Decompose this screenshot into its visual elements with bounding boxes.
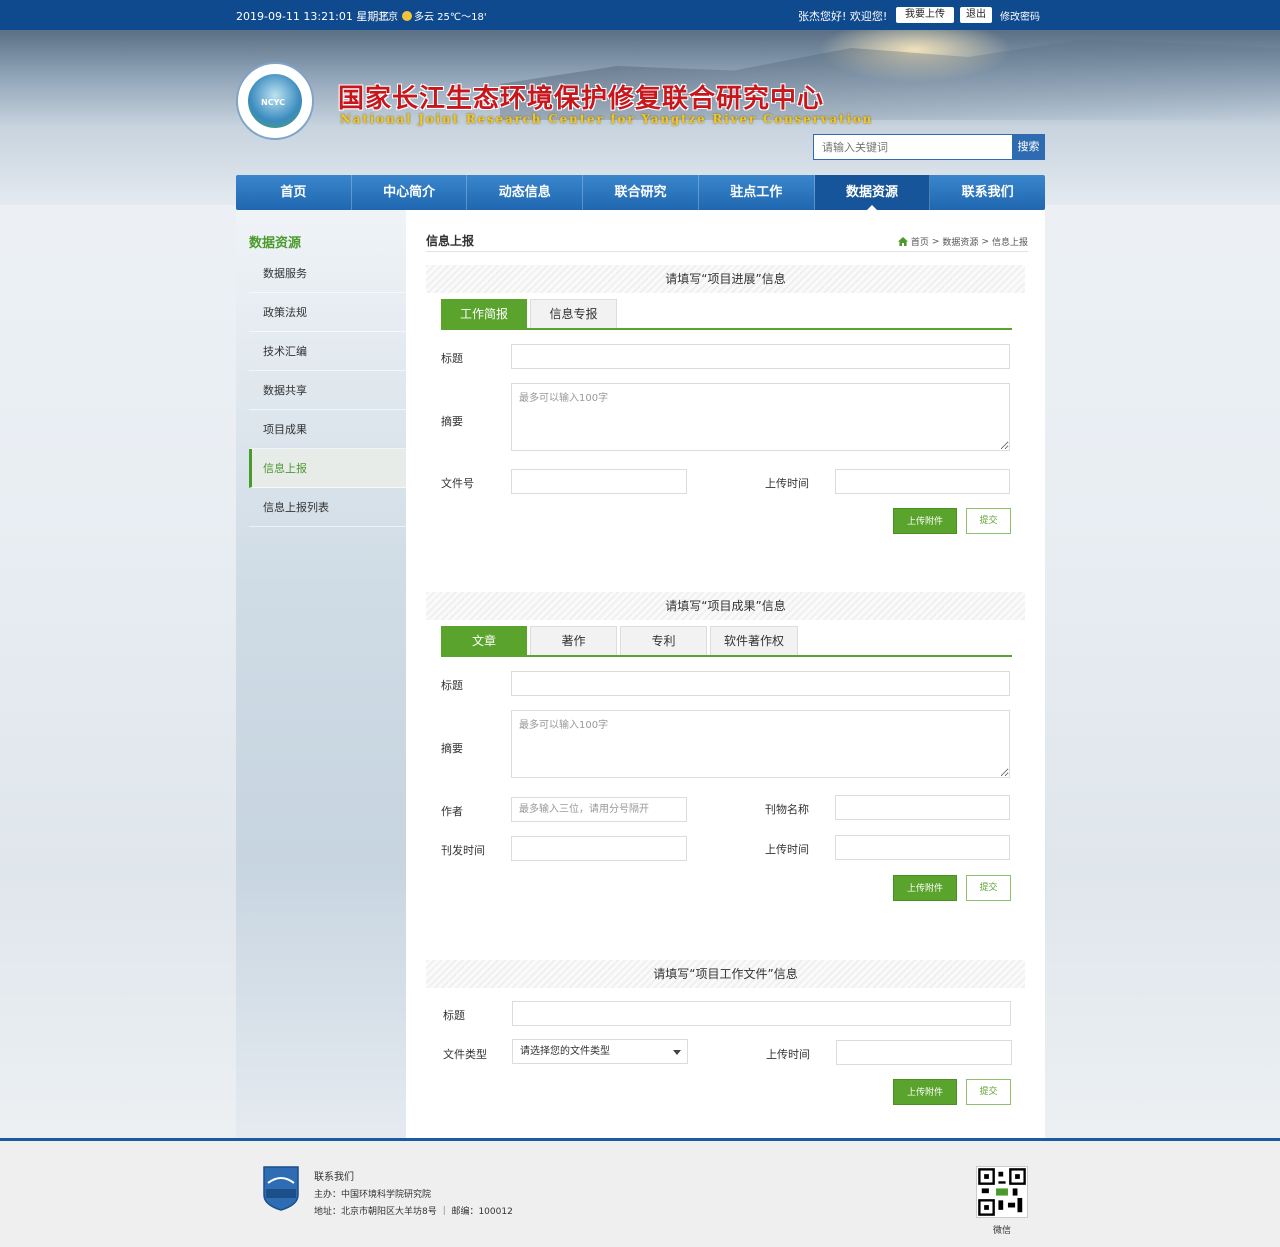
tab-work-brief[interactable]: 工作简报	[441, 299, 527, 328]
upload-button[interactable]: 我要上传	[896, 7, 954, 23]
sidebar-item-tech[interactable]: 技术汇编	[249, 332, 406, 371]
author-input[interactable]	[511, 797, 687, 822]
top-bar: 2019-09-11 13:21:01 星期三 北京 多云 25℃～18' 张杰…	[0, 0, 1280, 30]
breadcrumb-current: 信息上报	[991, 238, 1028, 248]
author-label: 作者	[441, 805, 463, 818]
title-label: 标题	[441, 679, 463, 692]
main-nav: 首页 中心简介 动态信息 联合研究 驻点工作 数据资源 联系我们	[236, 175, 1045, 210]
footer-contact-title: 联系我们	[314, 1172, 354, 1183]
results-submit-button[interactable]: 提交	[966, 875, 1011, 901]
breadcrumb-separator: >	[931, 236, 940, 247]
file-type-selected: 请选择您的文件类型	[520, 1046, 610, 1057]
title-divider	[426, 251, 1028, 252]
title-label: 标题	[441, 352, 463, 365]
progress-abstract-textarea[interactable]	[511, 383, 1010, 451]
page-title: 信息上报	[426, 234, 475, 248]
nav-item-about[interactable]: 中心简介	[352, 175, 468, 210]
sidebar-item-results[interactable]: 项目成果	[249, 410, 406, 449]
tab-patent[interactable]: 专利	[620, 626, 707, 655]
journal-label: 刊物名称	[765, 803, 809, 816]
nav-item-contact[interactable]: 联系我们	[930, 175, 1045, 210]
section-work-files-heading: 请填写“项目工作文件”信息	[426, 960, 1025, 988]
wechat-qr-code-icon	[976, 1166, 1028, 1218]
breadcrumb-data-resources[interactable]: 数据资源	[942, 235, 978, 248]
main-area: 数据资源 数据服务 政策法规 技术汇编 数据共享 项目成果 信息上报 信息上报列…	[236, 210, 1045, 1138]
section-results-heading: 请填写“项目成果”信息	[426, 592, 1025, 620]
results-tabs: 文章 著作 专利 软件著作权	[441, 626, 1012, 657]
work-file-upload-time-input[interactable]	[836, 1040, 1012, 1065]
wechat-label: 微信	[993, 1226, 1012, 1236]
section-progress-heading: 请填写“项目进展”信息	[426, 265, 1025, 293]
weather-text: 多云 25℃～18'	[414, 12, 487, 23]
sun-icon	[402, 10, 412, 21]
home-icon	[897, 237, 908, 246]
work-file-title-input[interactable]	[512, 1001, 1011, 1026]
results-attach-button[interactable]: 上传附件	[893, 875, 957, 901]
sidebar-list: 数据服务 政策法规 技术汇编 数据共享 项目成果 信息上报 信息上报列表	[249, 254, 406, 527]
nav-item-home[interactable]: 首页	[236, 175, 352, 210]
doc-number-label: 文件号	[441, 477, 474, 490]
progress-title-input[interactable]	[511, 344, 1010, 369]
progress-attach-button[interactable]: 上传附件	[893, 508, 957, 534]
public-institution-badge-icon	[263, 1166, 299, 1211]
site-logo[interactable]: NCYC	[236, 62, 314, 140]
pub-time-input[interactable]	[511, 836, 687, 861]
search-input[interactable]	[813, 134, 1013, 160]
user-greeting: 张杰您好! 欢迎您!	[798, 10, 888, 23]
breadcrumb-separator: >	[981, 236, 989, 247]
results-upload-time-input[interactable]	[835, 835, 1010, 860]
weather-info: 多云 25℃～18'	[402, 8, 487, 23]
pub-time-label: 刊发时间	[441, 844, 485, 857]
logo-text: NCYC	[261, 98, 285, 107]
work-file-submit-button[interactable]: 提交	[966, 1079, 1011, 1105]
progress-tabs: 工作简报 信息专报	[441, 299, 1012, 330]
content-panel: 信息上报 首页 > 数据资源 > 信息上报 请填写“项目进展”信息 工作简报 信…	[406, 210, 1045, 1138]
nav-item-data-resources[interactable]: 数据资源	[814, 175, 931, 210]
search-box: 搜索	[813, 134, 1045, 160]
current-datetime: 2019-09-11 13:21:01 星期三	[236, 10, 390, 23]
search-button[interactable]: 搜索	[1012, 134, 1045, 160]
title-label: 标题	[443, 1009, 465, 1022]
nav-item-stations[interactable]: 驻点工作	[699, 175, 815, 210]
logout-button[interactable]: 退出	[960, 7, 992, 23]
results-title-input[interactable]	[511, 671, 1010, 696]
upload-time-label: 上传时间	[765, 843, 809, 856]
weather-city: 北京	[378, 12, 398, 23]
site-title: 国家长江生态环境保护修复联合研究中心	[338, 84, 825, 114]
tab-article[interactable]: 文章	[441, 626, 527, 655]
footer-host: 主办：中国环境科学院研究院	[314, 1190, 432, 1200]
abstract-label: 摘要	[441, 742, 463, 755]
breadcrumb-home[interactable]: 首页	[911, 235, 929, 248]
site-subtitle: National Joint Research Center for Yangt…	[340, 112, 874, 126]
tab-special-report[interactable]: 信息专报	[530, 299, 617, 328]
breadcrumb: 首页 > 数据资源 > 信息上报	[897, 235, 1028, 248]
sidebar-title: 数据资源	[249, 236, 302, 251]
results-abstract-textarea[interactable]	[511, 710, 1010, 778]
file-type-label: 文件类型	[443, 1048, 487, 1061]
nav-item-research[interactable]: 联合研究	[583, 175, 699, 210]
progress-upload-time-input[interactable]	[835, 469, 1010, 494]
upload-time-label: 上传时间	[766, 1048, 810, 1061]
sidebar-item-policy[interactable]: 政策法规	[249, 293, 406, 332]
sidebar-item-data-share[interactable]: 数据共享	[249, 371, 406, 410]
change-password-link[interactable]: 修改密码	[1000, 8, 1040, 23]
tab-software-copyright[interactable]: 软件著作权	[710, 626, 798, 655]
upload-time-label: 上传时间	[765, 477, 809, 490]
sidebar-item-data-service[interactable]: 数据服务	[249, 254, 406, 293]
footer-address: 地址：北京市朝阳区大羊坊8号 ｜ 邮编：100012	[314, 1207, 513, 1217]
sidebar-item-report-list[interactable]: 信息上报列表	[249, 488, 406, 527]
sidebar-item-report[interactable]: 信息上报	[249, 449, 406, 488]
tab-book[interactable]: 著作	[530, 626, 617, 655]
progress-submit-button[interactable]: 提交	[966, 508, 1011, 534]
nav-item-news[interactable]: 动态信息	[467, 175, 584, 210]
abstract-label: 摘要	[441, 415, 463, 428]
journal-input[interactable]	[835, 795, 1010, 820]
file-type-select[interactable]: 请选择您的文件类型	[512, 1039, 688, 1064]
work-file-attach-button[interactable]: 上传附件	[893, 1079, 957, 1105]
site-footer: 联系我们 主办：中国环境科学院研究院 地址：北京市朝阳区大羊坊8号 ｜ 邮编：1…	[0, 1138, 1280, 1247]
sidebar: 数据资源 数据服务 政策法规 技术汇编 数据共享 项目成果 信息上报 信息上报列…	[236, 210, 406, 1138]
doc-number-input[interactable]	[511, 469, 687, 494]
chevron-down-icon	[673, 1050, 681, 1055]
